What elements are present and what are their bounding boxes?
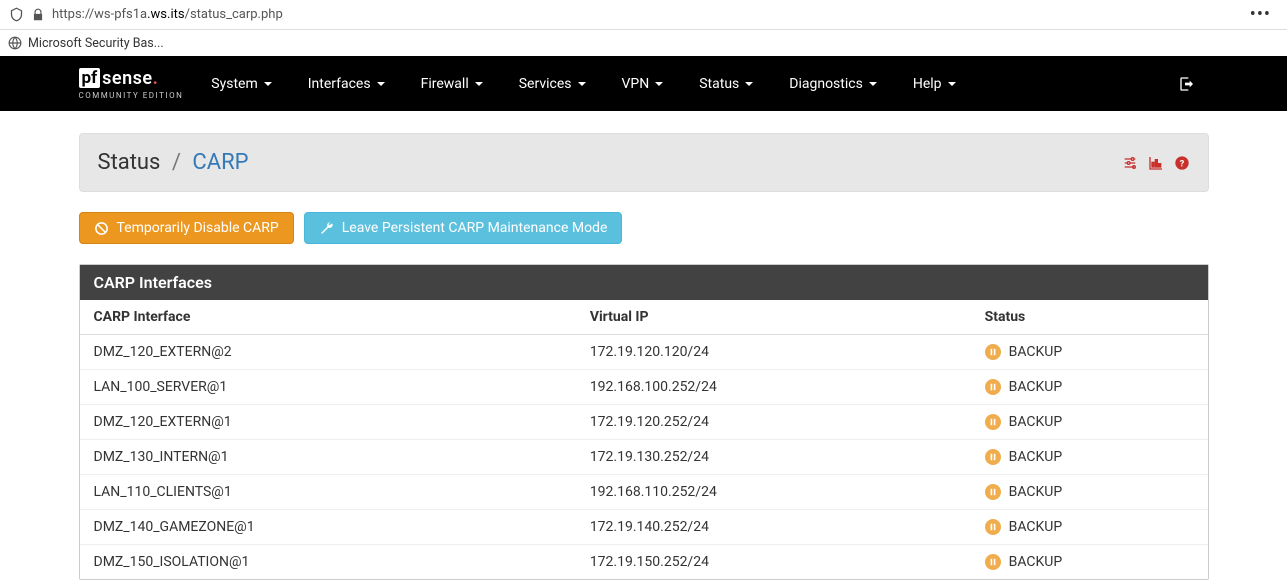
- status-label: BACKUP: [1009, 484, 1063, 500]
- ban-icon: [94, 221, 109, 236]
- status-label: BACKUP: [1009, 554, 1063, 570]
- cell-status: BACKUP: [971, 405, 1208, 440]
- chevron-down-icon: [578, 82, 586, 86]
- sliders-icon[interactable]: [1122, 155, 1138, 171]
- cell-interface: DMZ_150_ISOLATION@1: [80, 545, 576, 580]
- help-icon[interactable]: ?: [1174, 155, 1190, 171]
- status-label: BACKUP: [1009, 344, 1063, 360]
- chevron-down-icon: [377, 82, 385, 86]
- table-row: DMZ_140_GAMEZONE@1 172.19.140.252/24 BAC…: [80, 510, 1208, 545]
- chevron-down-icon: [475, 82, 483, 86]
- bookmark-bar: Microsoft Security Bas...: [0, 30, 1287, 56]
- cell-vip: 172.19.140.252/24: [576, 510, 971, 545]
- cell-status: BACKUP: [971, 510, 1208, 545]
- pause-icon: [985, 379, 1001, 395]
- chevron-down-icon: [745, 82, 753, 86]
- col-interface: CARP Interface: [80, 300, 576, 335]
- nav-firewall[interactable]: Firewall: [403, 56, 501, 111]
- table-row: LAN_110_CLIENTS@1 192.168.110.252/24 BAC…: [80, 475, 1208, 510]
- table-row: DMZ_130_INTERN@1 172.19.130.252/24 BACKU…: [80, 440, 1208, 475]
- nav-services[interactable]: Services: [501, 56, 604, 111]
- nav-diagnostics[interactable]: Diagnostics: [771, 56, 895, 111]
- nav-vpn[interactable]: VPN: [604, 56, 682, 111]
- cell-status: BACKUP: [971, 475, 1208, 510]
- table-row: DMZ_150_ISOLATION@1 172.19.150.252/24 BA…: [80, 545, 1208, 580]
- chevron-down-icon: [948, 82, 956, 86]
- carp-panel: CARP Interfaces CARP Interface Virtual I…: [79, 264, 1209, 580]
- chart-icon[interactable]: [1148, 155, 1164, 171]
- panel-title: CARP Interfaces: [80, 265, 1208, 300]
- status-label: BACKUP: [1009, 414, 1063, 430]
- cell-vip: 172.19.130.252/24: [576, 440, 971, 475]
- cell-status: BACKUP: [971, 545, 1208, 580]
- nav-status[interactable]: Status: [681, 56, 771, 111]
- pause-icon: [985, 519, 1001, 535]
- cell-status: BACKUP: [971, 370, 1208, 405]
- col-vip: Virtual IP: [576, 300, 971, 335]
- lock-icon: [30, 7, 46, 23]
- more-icon[interactable]: •••: [1242, 4, 1279, 25]
- pause-icon: [985, 449, 1001, 465]
- cell-vip: 172.19.150.252/24: [576, 545, 971, 580]
- carp-table: CARP Interface Virtual IP Status DMZ_120…: [80, 300, 1208, 579]
- nav-system[interactable]: System: [193, 56, 289, 111]
- pause-icon: [985, 344, 1001, 360]
- globe-icon: [8, 36, 22, 50]
- cell-vip: 172.19.120.120/24: [576, 335, 971, 370]
- pause-icon: [985, 554, 1001, 570]
- cell-interface: DMZ_130_INTERN@1: [80, 440, 576, 475]
- leave-maintenance-button[interactable]: Leave Persistent CARP Maintenance Mode: [304, 212, 623, 244]
- bookmark-item[interactable]: Microsoft Security Bas...: [28, 36, 164, 51]
- cell-status: BACKUP: [971, 335, 1208, 370]
- chevron-down-icon: [264, 82, 272, 86]
- svg-text:?: ?: [1179, 158, 1184, 169]
- action-row: Temporarily Disable CARP Leave Persisten…: [79, 212, 1209, 244]
- table-row: DMZ_120_EXTERN@2 172.19.120.120/24 BACKU…: [80, 335, 1208, 370]
- status-label: BACKUP: [1009, 379, 1063, 395]
- chevron-down-icon: [655, 82, 663, 86]
- pause-icon: [985, 414, 1001, 430]
- top-nav: pfsense. COMMUNITY EDITION System Interf…: [0, 56, 1287, 111]
- pause-icon: [985, 484, 1001, 500]
- status-label: BACKUP: [1009, 449, 1063, 465]
- status-label: BACKUP: [1009, 519, 1063, 535]
- table-row: DMZ_120_EXTERN@1 172.19.120.252/24 BACKU…: [80, 405, 1208, 440]
- table-row: LAN_100_SERVER@1 192.168.100.252/24 BACK…: [80, 370, 1208, 405]
- url-text[interactable]: https://ws-pfs1a.ws.its/status_carp.php: [52, 7, 283, 22]
- cell-interface: LAN_110_CLIENTS@1: [80, 475, 576, 510]
- disable-carp-button[interactable]: Temporarily Disable CARP: [79, 212, 294, 244]
- shield-icon: [8, 7, 24, 23]
- logout-icon[interactable]: [1179, 76, 1195, 92]
- breadcrumb: Status / CARP ?: [79, 133, 1209, 192]
- cell-interface: DMZ_140_GAMEZONE@1: [80, 510, 576, 545]
- cell-interface: DMZ_120_EXTERN@2: [80, 335, 576, 370]
- browser-url-bar: https://ws-pfs1a.ws.its/status_carp.php …: [0, 0, 1287, 30]
- cell-interface: DMZ_120_EXTERN@1: [80, 405, 576, 440]
- cell-status: BACKUP: [971, 440, 1208, 475]
- cell-vip: 192.168.100.252/24: [576, 370, 971, 405]
- cell-interface: LAN_100_SERVER@1: [80, 370, 576, 405]
- chevron-down-icon: [869, 82, 877, 86]
- wrench-icon: [319, 221, 334, 236]
- page-title: Status / CARP: [98, 150, 249, 175]
- col-status: Status: [971, 300, 1208, 335]
- nav-interfaces[interactable]: Interfaces: [290, 56, 403, 111]
- cell-vip: 172.19.120.252/24: [576, 405, 971, 440]
- logo[interactable]: pfsense. COMMUNITY EDITION: [79, 68, 184, 100]
- nav-list: System Interfaces Firewall Services VPN …: [193, 56, 973, 111]
- cell-vip: 192.168.110.252/24: [576, 475, 971, 510]
- nav-help[interactable]: Help: [895, 56, 974, 111]
